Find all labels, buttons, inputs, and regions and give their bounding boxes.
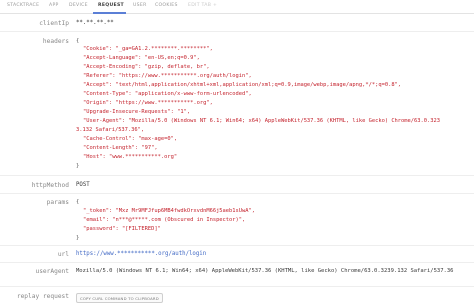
param-line: "password": "[FILTERED]" (83, 226, 161, 232)
url-label: url (57, 251, 69, 258)
tab-device[interactable]: DEVICE (69, 3, 88, 8)
tab-edit[interactable]: EDIT TAB + (188, 3, 217, 8)
tab-cookies[interactable]: COOKIES (155, 3, 178, 8)
httpmethod-label: httpMethod (31, 182, 69, 189)
header-line: "Accept-Language": "en-US,en;q=0.9", (83, 55, 200, 61)
headers-open-brace: { (76, 38, 80, 44)
param-line: "email": "n***@*****.com (Obscured in In… (83, 217, 246, 223)
header-line: "Referer": "https://www.***********.org/… (83, 73, 252, 79)
useragent-value: Mozilla/5.0 (Windows NT 6.1; Win64; x64)… (76, 268, 454, 274)
header-line: "Upgrade-Insecure-Requests": "1", (83, 109, 191, 115)
params-close-brace: } (76, 235, 80, 241)
header-line: "Host": "www.***********.org" (83, 154, 178, 160)
tab-stacktrace[interactable]: STACKTRACE (7, 3, 39, 8)
httpmethod-value: POST (76, 182, 90, 188)
divider (0, 245, 474, 246)
active-tab-indicator (93, 12, 126, 14)
header-line: "Content-Length": "97", (83, 145, 158, 151)
header-line: "Content-Type": "application/x-www-form-… (83, 91, 252, 97)
url-link[interactable]: https://www.***********.org/auth/login (76, 251, 206, 257)
header-line: "Cookie": "_ga=GA1.2.********.********", (83, 46, 213, 52)
header-line: "Cache-Control": "max-age=0", (83, 136, 178, 142)
params-label: params (46, 199, 69, 206)
tab-request[interactable]: REQUEST (98, 3, 124, 8)
tab-user[interactable]: USER (133, 3, 147, 8)
clientip-value: **.**.**.** (76, 20, 114, 26)
tab-bar: STACKTRACE APP DEVICE REQUEST USER COOKI… (0, 0, 474, 14)
header-line: 3.132 Safari/537.36", (76, 127, 145, 133)
header-line: "Accept": "text/html,application/xhtml+x… (83, 82, 402, 88)
header-line: "Origin": "https://www.***********.org", (83, 100, 213, 106)
divider (0, 193, 474, 194)
divider (0, 262, 474, 263)
headers-label: headers (42, 38, 69, 45)
replay-request-label: replay request (16, 293, 69, 300)
divider (0, 31, 474, 32)
tab-app[interactable]: APP (49, 3, 59, 8)
header-line: "Accept-Encoding": "gzip, deflate, br", (83, 64, 210, 70)
header-line: "User-Agent": "Mozilla/5.0 (Windows NT 6… (83, 118, 440, 124)
headers-close-brace: } (76, 163, 80, 169)
clientip-label: clientIp (39, 20, 69, 27)
divider (0, 286, 474, 287)
copy-curl-button[interactable]: COPY CURL COMMAND TO CLIPBOARD (76, 293, 163, 303)
param-line: "_token": "Mxz Mr9MFJfup6MB4fwdkOrxvdnM6… (83, 208, 256, 214)
divider (0, 175, 474, 176)
params-open-brace: { (76, 199, 80, 205)
useragent-label: userAgent (35, 268, 69, 275)
